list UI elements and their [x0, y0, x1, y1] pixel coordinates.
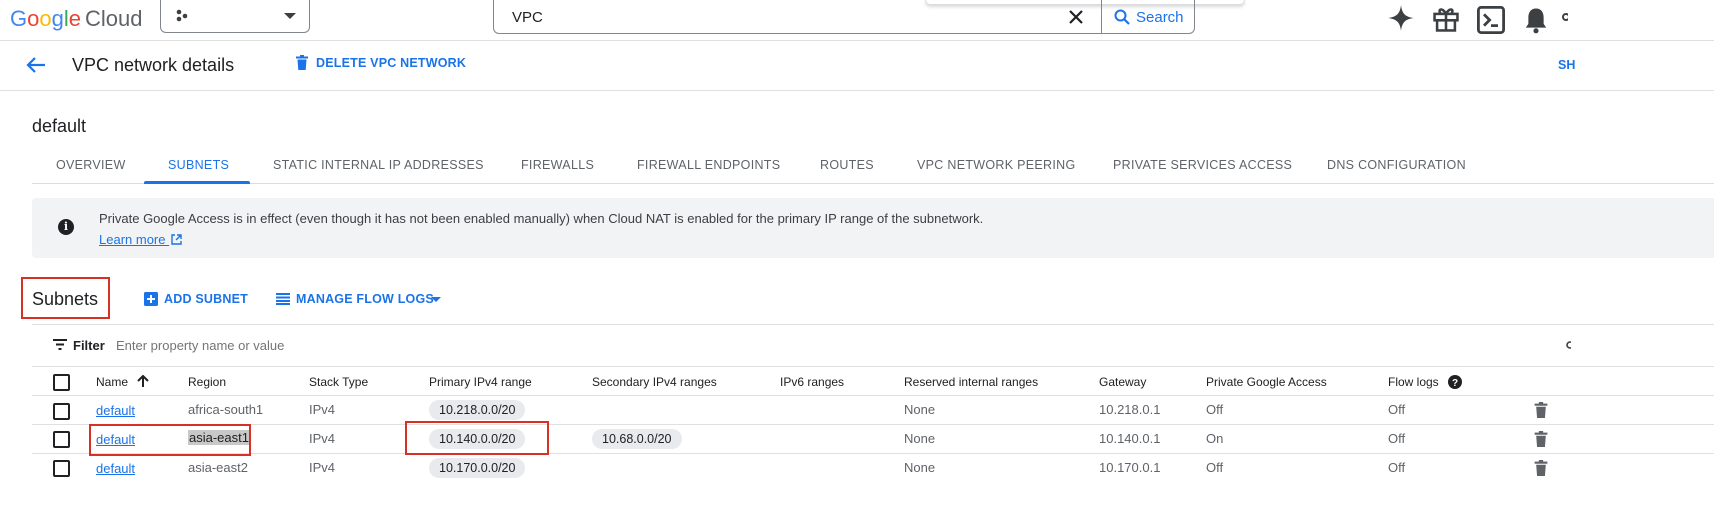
primary-range-chip: 10.218.0.0/20 — [429, 400, 526, 420]
flow-logs: Off — [1388, 431, 1406, 446]
subnet-region: africa-south1 — [188, 402, 264, 417]
close-icon[interactable] — [1069, 10, 1083, 24]
delete-vpc-network-label: DELETE VPC NETWORK — [316, 56, 467, 70]
gemini-sparkle-icon[interactable] — [1387, 4, 1415, 32]
tab-overview[interactable]: OVERVIEW — [56, 158, 126, 172]
trash-icon[interactable] — [1533, 402, 1549, 418]
annotation-highlight-box — [89, 424, 251, 456]
reserved-ranges: None — [904, 402, 936, 417]
subnet-name-link[interactable]: default — [96, 403, 135, 418]
search-field[interactable] — [493, 0, 1102, 34]
help-icon[interactable]: ? — [1448, 375, 1463, 389]
reserved-ranges: None — [904, 431, 936, 446]
column-header-reserved-internal[interactable]: Reserved internal ranges — [904, 375, 1038, 389]
list-icon — [276, 293, 290, 305]
tab-firewalls[interactable]: FIREWALLS — [521, 158, 594, 172]
trash-icon[interactable] — [1533, 460, 1549, 476]
info-icon: i — [58, 219, 74, 235]
manage-flow-logs-label: MANAGE FLOW LOGS — [296, 292, 434, 306]
sort-arrow-icon[interactable] — [137, 374, 150, 388]
google-cloud-logo[interactable]: Google Cloud — [10, 6, 143, 32]
chevron-down-icon — [284, 13, 296, 19]
gateway: 10.140.0.1 — [1099, 431, 1161, 446]
column-header-primary-ipv4[interactable]: Primary IPv4 range — [429, 375, 532, 389]
gift-icon[interactable] — [1432, 5, 1460, 33]
page-title: VPC network details — [72, 55, 235, 75]
tab-firewall-endpoints[interactable]: FIREWALL ENDPOINTS — [637, 158, 780, 172]
tab-vpc-network-peering[interactable]: VPC NETWORK PEERING — [917, 158, 1076, 172]
column-options-icon-cut[interactable] — [1565, 340, 1571, 350]
show-info-button-cut[interactable]: SH — [1558, 58, 1575, 72]
add-subnet-label: ADD SUBNET — [164, 292, 248, 306]
bell-icon[interactable] — [1522, 6, 1550, 34]
banner-message: Private Google Access is in effect (even… — [99, 211, 984, 226]
svg-text:?: ? — [1452, 378, 1458, 389]
table-row[interactable]: default asia-east2 IPv4 10.170.0.0/20 No… — [0, 454, 1714, 482]
private-google-access: Off — [1206, 402, 1224, 417]
learn-more-label: Learn more — [99, 232, 166, 247]
gateway: 10.218.0.1 — [1099, 402, 1161, 417]
column-header-private-google-access[interactable]: Private Google Access — [1206, 375, 1327, 389]
active-tab-indicator — [144, 181, 250, 184]
column-header-name[interactable]: Name — [96, 374, 150, 389]
column-header-stack-type[interactable]: Stack Type — [309, 375, 368, 389]
search-button[interactable]: Search — [1101, 0, 1195, 34]
annotation-highlight-box — [21, 277, 110, 319]
flow-logs: Off — [1388, 402, 1406, 417]
column-header-secondary-ipv4[interactable]: Secondary IPv4 ranges — [592, 375, 717, 389]
trash-icon — [296, 55, 308, 70]
filter-icon — [53, 339, 67, 350]
reserved-ranges: None — [904, 460, 936, 475]
subnet-name-link[interactable]: default — [96, 461, 135, 476]
learn-more-link[interactable]: Learn more — [99, 232, 182, 247]
tab-subnets[interactable]: SUBNETS — [168, 158, 229, 172]
table-row[interactable]: default asia-east1 IPv4 10.140.0.0/20 10… — [0, 425, 1714, 453]
filter-label: Filter — [73, 338, 105, 353]
subnet-stack-type: IPv4 — [309, 460, 336, 475]
primary-range-chip: 10.170.0.0/20 — [429, 458, 526, 478]
column-header-ipv6[interactable]: IPv6 ranges — [780, 375, 844, 389]
annotation-highlight-box — [405, 421, 549, 455]
column-header-name-label: Name — [96, 375, 129, 389]
tab-routes[interactable]: ROUTES — [820, 158, 874, 172]
page-header — [0, 41, 1714, 91]
private-google-access: Off — [1206, 460, 1224, 475]
add-box-icon — [144, 292, 158, 306]
tab-private-services-access[interactable]: PRIVATE SERVICES ACCESS — [1113, 158, 1292, 172]
row-checkbox[interactable] — [53, 431, 70, 448]
column-header-flow-logs[interactable]: Flow logs ? — [1388, 375, 1463, 389]
search-button-label: Search — [1136, 9, 1184, 26]
column-header-region[interactable]: Region — [188, 375, 226, 389]
project-icon — [176, 9, 188, 22]
filter-input[interactable] — [116, 336, 516, 354]
table-row[interactable]: default africa-south1 IPv4 10.218.0.0/20… — [0, 396, 1714, 424]
row-checkbox[interactable] — [53, 403, 70, 420]
private-google-access: On — [1206, 431, 1224, 446]
flow-logs: Off — [1388, 460, 1406, 475]
row-checkbox[interactable] — [53, 460, 70, 477]
subnet-stack-type: IPv4 — [309, 402, 336, 417]
project-selector[interactable] — [160, 0, 310, 33]
trash-icon[interactable] — [1533, 431, 1549, 447]
gateway: 10.170.0.1 — [1099, 460, 1161, 475]
search-input[interactable]: VPC — [512, 9, 543, 26]
divider — [0, 90, 8, 91]
subnet-region: asia-east2 — [188, 460, 248, 475]
external-link-icon — [171, 234, 182, 245]
more-icon-cut[interactable] — [1560, 10, 1568, 24]
cloud-shell-icon[interactable] — [1477, 6, 1505, 34]
network-name: default — [32, 116, 87, 136]
secondary-range-chip: 10.68.0.0/20 — [592, 429, 682, 449]
info-banner — [32, 198, 1714, 258]
dropdown-icon — [431, 297, 441, 302]
tab-static-internal-ip-addresses[interactable]: STATIC INTERNAL IP ADDRESSES — [273, 158, 484, 172]
column-header-flow-logs-label: Flow logs — [1388, 375, 1439, 389]
back-arrow-icon[interactable] — [26, 56, 46, 74]
subnet-stack-type: IPv4 — [309, 431, 336, 446]
tab-dns-configuration[interactable]: DNS CONFIGURATION — [1327, 158, 1466, 172]
select-all-checkbox[interactable] — [53, 374, 70, 391]
column-header-gateway[interactable]: Gateway — [1099, 375, 1146, 389]
search-icon — [1114, 9, 1130, 25]
